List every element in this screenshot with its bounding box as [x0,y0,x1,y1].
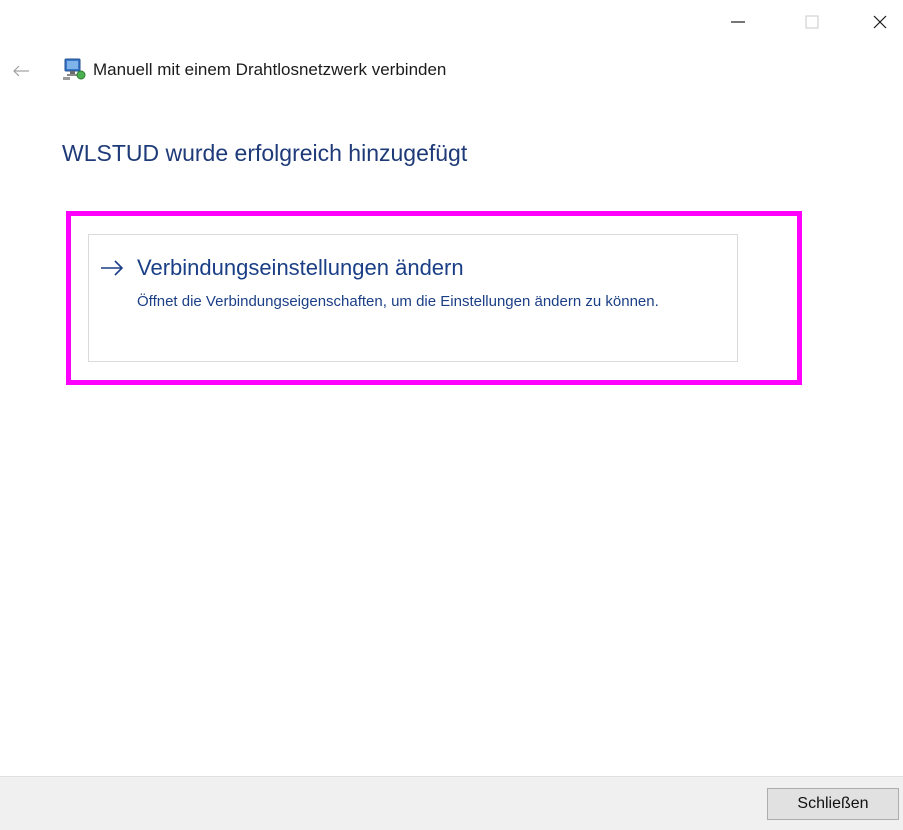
back-button[interactable] [4,56,38,86]
wireless-setup-window: Manuell mit einem Drahtlosnetzwerk verbi… [0,0,903,830]
close-button[interactable]: Schließen [767,788,899,820]
close-icon [873,15,887,29]
network-icon [62,56,86,82]
minimize-icon [731,21,745,23]
page-heading: WLSTUD wurde erfolgreich hinzugefügt [62,140,468,166]
change-connection-settings-link[interactable]: Verbindungseinstellungen ändern Öffnet d… [88,234,738,362]
minimize-button[interactable] [715,0,761,44]
footer-bar: Schließen [0,776,903,830]
command-link-description: Öffnet die Verbindungseigenschaften, um … [137,293,659,310]
maximize-button[interactable] [789,0,835,44]
arrow-right-icon [101,260,124,276]
maximize-icon [805,15,819,29]
arrow-left-icon [13,65,29,77]
close-window-button[interactable] [857,0,903,44]
window-title: Manuell mit einem Drahtlosnetzwerk verbi… [93,60,447,79]
command-link-title: Verbindungseinstellungen ändern [137,255,464,280]
